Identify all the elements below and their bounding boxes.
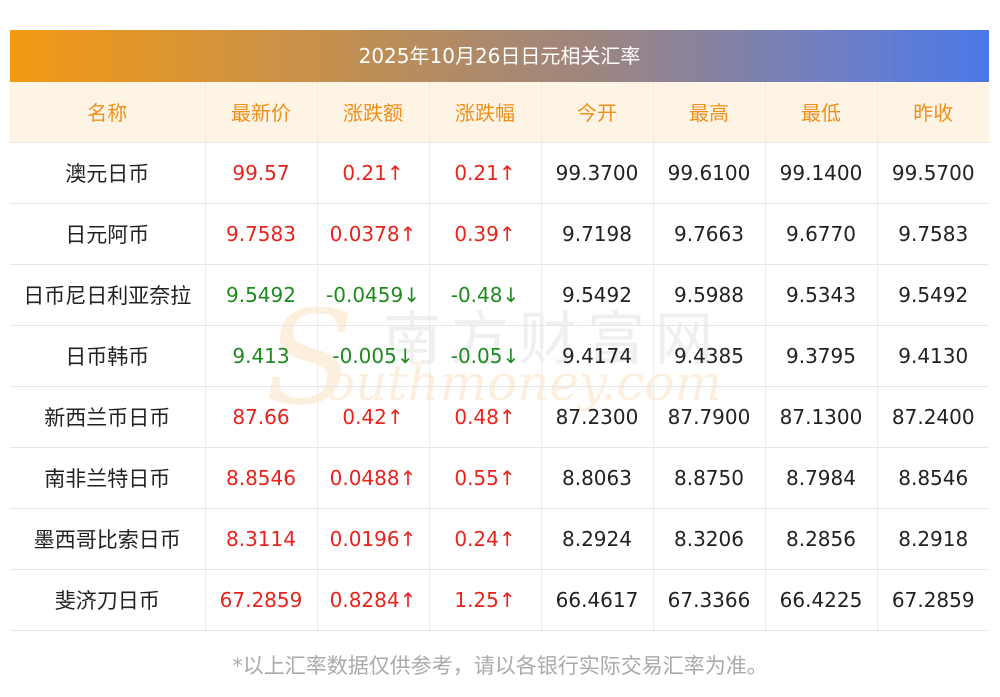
header-latest: 最新价 — [205, 82, 318, 143]
table-row: 日元阿币 9.7583 0.0378↑ 0.39↑ 9.7198 9.7663 9.6770… — [10, 203, 989, 265]
table-header-row: 名称 最新价 涨跌额 涨跌幅 今开 最高 最低 昨收 — [10, 82, 989, 143]
header-name: 名称 — [10, 82, 206, 143]
page-title: 2025年10月26日日元相关汇率 — [10, 30, 989, 82]
table-row: 日币尼日利亚奈拉 9.5492 -0.0459↓ -0.48↓ 9.5492 9.5988… — [10, 264, 989, 326]
cell-open: 8.2924 — [541, 508, 654, 570]
cell-latest: 67.2859 — [205, 569, 318, 631]
cell-name: 澳元日币 — [10, 142, 206, 204]
cell-prev: 9.7583 — [877, 203, 989, 265]
cell-latest: 99.57 — [205, 142, 318, 204]
cell-change: 0.0488↑ — [317, 447, 430, 509]
cell-prev: 9.4130 — [877, 325, 989, 387]
cell-pct: 0.39↑ — [429, 203, 542, 265]
cell-low: 99.1400 — [765, 142, 878, 204]
cell-latest: 87.66 — [205, 386, 318, 448]
cell-change: 0.21↑ — [317, 142, 430, 204]
table-row: 新西兰币日币 87.66 0.42↑ 0.48↑ 87.2300 87.7900 87.13… — [10, 386, 989, 448]
cell-pct: 0.24↑ — [429, 508, 542, 570]
cell-latest: 8.8546 — [205, 447, 318, 509]
cell-high: 8.8750 — [653, 447, 766, 509]
cell-change: 0.8284↑ — [317, 569, 430, 631]
cell-high: 9.4385 — [653, 325, 766, 387]
cell-high: 87.7900 — [653, 386, 766, 448]
cell-open: 9.5492 — [541, 264, 654, 326]
cell-name: 日元阿币 — [10, 203, 206, 265]
cell-latest: 9.413 — [205, 325, 318, 387]
table-row: 澳元日币 99.57 0.21↑ 0.21↑ 99.3700 99.6100 99.1400… — [10, 142, 989, 204]
table-row: 墨西哥比索日币 8.3114 0.0196↑ 0.24↑ 8.2924 8.3206 8.2… — [10, 508, 989, 570]
cell-name: 日币尼日利亚奈拉 — [10, 264, 206, 326]
cell-pct: 0.55↑ — [429, 447, 542, 509]
cell-name: 墨西哥比索日币 — [10, 508, 206, 570]
cell-high: 8.3206 — [653, 508, 766, 570]
cell-high: 9.7663 — [653, 203, 766, 265]
header-change: 涨跌额 — [317, 82, 430, 143]
cell-prev: 99.5700 — [877, 142, 989, 204]
cell-low: 9.3795 — [765, 325, 878, 387]
cell-prev: 87.2400 — [877, 386, 989, 448]
header-open: 今开 — [541, 82, 654, 143]
cell-change: 0.42↑ — [317, 386, 430, 448]
cell-high: 9.5988 — [653, 264, 766, 326]
cell-name: 日币韩币 — [10, 325, 206, 387]
cell-name: 新西兰币日币 — [10, 386, 206, 448]
cell-low: 9.5343 — [765, 264, 878, 326]
cell-low: 9.6770 — [765, 203, 878, 265]
cell-low: 8.7984 — [765, 447, 878, 509]
cell-name: 斐济刀日币 — [10, 569, 206, 631]
cell-open: 99.3700 — [541, 142, 654, 204]
cell-prev: 8.8546 — [877, 447, 989, 509]
cell-low: 87.1300 — [765, 386, 878, 448]
cell-latest: 8.3114 — [205, 508, 318, 570]
table-row: 日币韩币 9.413 -0.005↓ -0.05↓ 9.4174 9.4385 9.3795… — [10, 325, 989, 387]
cell-high: 99.6100 — [653, 142, 766, 204]
header-prev: 昨收 — [877, 82, 989, 143]
cell-pct: 1.25↑ — [429, 569, 542, 631]
cell-open: 9.4174 — [541, 325, 654, 387]
cell-open: 8.8063 — [541, 447, 654, 509]
cell-low: 8.2856 — [765, 508, 878, 570]
rate-table-panel: 2025年10月26日日元相关汇率 名称 最新价 涨跌额 涨跌幅 今开 最高 最… — [10, 30, 989, 631]
table-row: 南非兰特日币 8.8546 0.0488↑ 0.55↑ 8.8063 8.8750 8.79… — [10, 447, 989, 509]
cell-prev: 8.2918 — [877, 508, 989, 570]
cell-pct: -0.05↓ — [429, 325, 542, 387]
footer-note: *以上汇率数据仅供参考，请以各银行实际交易汇率为准。 — [232, 654, 768, 678]
cell-open: 9.7198 — [541, 203, 654, 265]
cell-low: 66.4225 — [765, 569, 878, 631]
cell-high: 67.3366 — [653, 569, 766, 631]
header-low: 最低 — [765, 82, 878, 143]
header-pct: 涨跌幅 — [429, 82, 542, 143]
rate-table: 名称 最新价 涨跌额 涨跌幅 今开 最高 最低 昨收 澳元日币 99.57 0.21… — [10, 82, 989, 631]
cell-name: 南非兰特日币 — [10, 447, 206, 509]
cell-prev: 67.2859 — [877, 569, 989, 631]
cell-prev: 9.5492 — [877, 264, 989, 326]
cell-latest: 9.7583 — [205, 203, 318, 265]
cell-change: -0.0459↓ — [317, 264, 430, 326]
cell-change: 0.0196↑ — [317, 508, 430, 570]
cell-pct: 0.21↑ — [429, 142, 542, 204]
cell-open: 66.4617 — [541, 569, 654, 631]
header-high: 最高 — [653, 82, 766, 143]
cell-latest: 9.5492 — [205, 264, 318, 326]
cell-pct: 0.48↑ — [429, 386, 542, 448]
cell-change: 0.0378↑ — [317, 203, 430, 265]
cell-open: 87.2300 — [541, 386, 654, 448]
cell-pct: -0.48↓ — [429, 264, 542, 326]
table-row: 斐济刀日币 67.2859 0.8284↑ 1.25↑ 66.4617 67.3366 66… — [10, 569, 989, 631]
cell-change: -0.005↓ — [317, 325, 430, 387]
